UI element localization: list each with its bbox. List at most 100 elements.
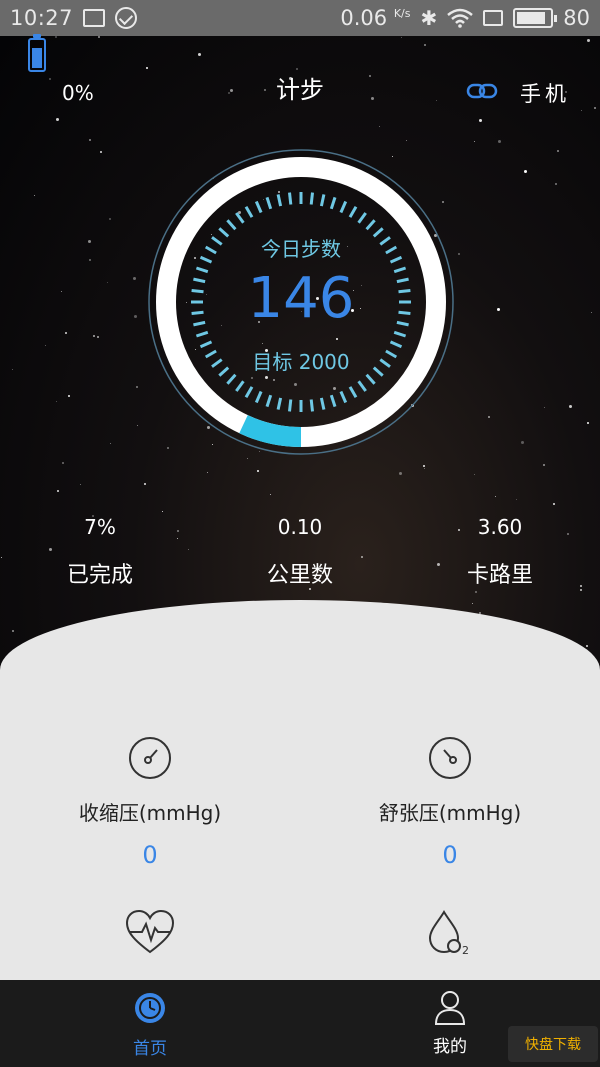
tick-mark: [235, 380, 245, 392]
star: [516, 499, 517, 500]
star: [488, 416, 490, 418]
nav-mine[interactable]: 我的: [390, 990, 510, 1057]
star: [56, 118, 59, 121]
star: [89, 259, 91, 261]
star: [498, 140, 501, 143]
star: [406, 140, 407, 141]
step-ring: 今日步数 146 目标 2000: [147, 148, 455, 456]
star: [569, 405, 572, 408]
nav-home-label: 首页: [133, 1039, 167, 1059]
status-battery-icon: [513, 8, 558, 28]
star: [401, 37, 402, 38]
star: [12, 630, 14, 632]
tick-mark: [357, 212, 367, 224]
check-circle-icon: [115, 7, 138, 29]
tick-mark: [226, 373, 237, 385]
star: [379, 126, 380, 127]
stat-distance-value: 0.10: [277, 515, 323, 539]
star: [55, 36, 57, 38]
person-icon: [434, 991, 466, 1025]
star: [544, 407, 545, 408]
star: [247, 458, 248, 459]
tick-mark: [348, 205, 358, 218]
star: [543, 464, 545, 466]
star: [49, 548, 52, 551]
star: [107, 282, 108, 283]
star: [555, 183, 557, 185]
watermark-logo: 快盘下载: [508, 1026, 598, 1062]
stat-calories-value: 3.60: [477, 515, 523, 539]
star: [475, 591, 477, 593]
tick-mark: [226, 219, 237, 231]
tick-mark: [319, 194, 326, 207]
status-bar: 10:27 0.06 K/s ✱ 80: [0, 0, 600, 36]
nav-home[interactable]: 首页: [90, 992, 210, 1059]
star: [188, 549, 189, 550]
star: [100, 151, 102, 153]
svg-text:2: 2: [462, 944, 469, 956]
gauge-icon[interactable]: [127, 735, 173, 781]
ring-title: 今日步数: [261, 237, 341, 261]
tick-mark: [357, 380, 367, 392]
star: [57, 490, 59, 492]
star: [474, 474, 475, 475]
tick-mark: [244, 386, 254, 399]
star: [12, 369, 13, 370]
star: [553, 503, 555, 505]
star: [162, 511, 163, 512]
tick-mark: [319, 397, 326, 410]
star: [137, 425, 138, 426]
star: [146, 67, 148, 69]
tick-mark: [235, 212, 245, 224]
tick-mark: [329, 196, 337, 210]
star: [524, 170, 527, 173]
stat-distance-label: 公里数: [266, 563, 333, 588]
nav-mine-label: 我的: [433, 1037, 467, 1057]
tick-mark: [393, 330, 407, 338]
star: [89, 139, 91, 141]
sim-icon: [483, 10, 504, 26]
star: [98, 36, 100, 38]
star: [257, 470, 259, 472]
image-icon: [83, 9, 106, 27]
star: [144, 483, 146, 485]
star: [586, 645, 588, 647]
device-label[interactable]: 手机: [520, 78, 570, 108]
health-cards-panel: [0, 600, 600, 980]
network-speed: 0.06 K/s: [340, 6, 410, 30]
gauge-icon[interactable]: [427, 735, 473, 781]
star: [62, 462, 64, 464]
star: [424, 468, 425, 469]
tick-mark: [276, 397, 283, 410]
star: [557, 150, 559, 152]
status-battery-level: 80: [563, 6, 590, 30]
heart-rate-icon[interactable]: [124, 908, 176, 956]
wifi-icon: [447, 8, 474, 28]
tick-mark: [339, 200, 348, 214]
link-icon[interactable]: [466, 80, 498, 102]
star: [472, 603, 473, 604]
tick-mark: [309, 192, 314, 205]
star: [80, 484, 81, 485]
clock-icon: [135, 993, 165, 1023]
tick-mark: [309, 399, 314, 412]
star: [45, 345, 46, 346]
star: [424, 44, 426, 46]
star: [591, 312, 592, 313]
tick-mark: [254, 390, 263, 404]
tick-mark: [195, 330, 209, 338]
star: [495, 496, 496, 497]
bluetooth-icon: ✱: [420, 6, 438, 30]
tick-mark: [276, 194, 283, 207]
diastolic-label: 舒张压(mmHg): [378, 801, 522, 825]
star: [580, 589, 582, 591]
tick-mark: [265, 394, 273, 408]
stat-completed-label: 已完成: [66, 563, 133, 588]
tick-mark: [288, 192, 293, 205]
star: [479, 119, 482, 122]
oxygen-drop-icon[interactable]: 2: [426, 908, 476, 956]
star: [594, 107, 596, 109]
star: [198, 53, 201, 56]
tick-mark: [329, 394, 337, 408]
tick-mark: [348, 386, 358, 399]
